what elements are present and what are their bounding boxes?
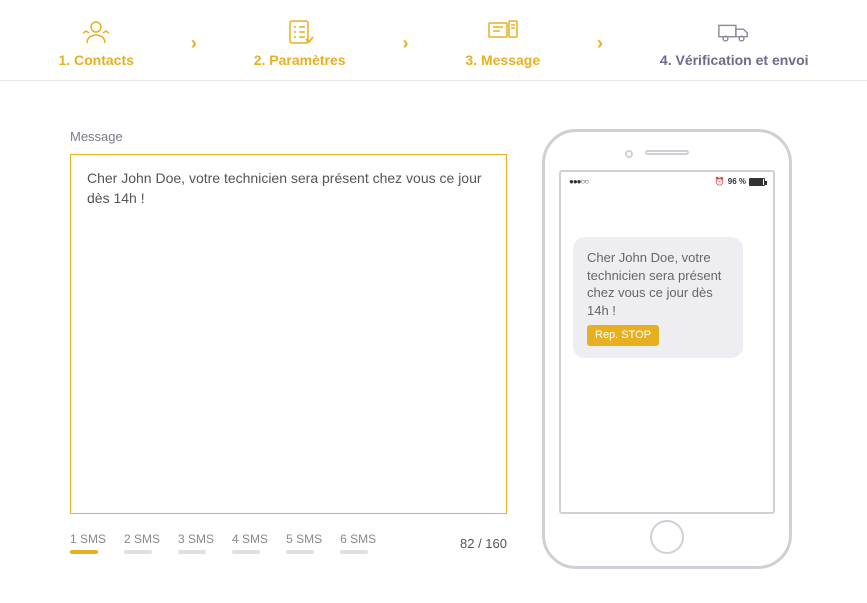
message-bubble: Cher John Doe, votre technicien sera pré… [573, 237, 743, 358]
phone-speaker-icon [645, 150, 689, 155]
sms-segment-2: 2 SMS [124, 532, 160, 554]
character-count: 82 / 160 [460, 536, 507, 551]
signal-icon: ●●●○○ [569, 177, 588, 186]
sms-segment-label: 3 SMS [178, 532, 214, 546]
phone-camera-icon [625, 150, 633, 158]
step-label: 3. Message [465, 52, 540, 68]
step-label: 4. Vérification et envoi [660, 52, 809, 68]
battery-percent: 96 % [728, 177, 746, 186]
sms-bar [124, 550, 152, 554]
message-panel: Message 1 SMS 2 SMS 3 SMS 4 SMS 5 SMS [70, 129, 507, 569]
step-contacts[interactable]: 1. Contacts [58, 18, 133, 68]
message-device-icon [486, 18, 520, 46]
checklist-icon [283, 18, 317, 46]
battery-icon [749, 178, 765, 186]
phone-screen: ●●●○○ ⏰ 96 % Cher John Doe, votre techni… [559, 170, 775, 514]
alarm-icon: ⏰ [715, 177, 725, 186]
sms-bar [286, 550, 314, 554]
phone-preview-panel: ●●●○○ ⏰ 96 % Cher John Doe, votre techni… [537, 129, 797, 569]
sms-segment-label: 6 SMS [340, 532, 376, 546]
preview-text: Cher John Doe, votre technicien sera pré… [587, 250, 721, 318]
stop-tag: Rep. STOP [587, 325, 659, 346]
sms-segment-5: 5 SMS [286, 532, 322, 554]
sms-segment-4: 4 SMS [232, 532, 268, 554]
chevron-right-icon: › [597, 33, 603, 54]
sms-segment-label: 4 SMS [232, 532, 268, 546]
sms-segment-1: 1 SMS [70, 532, 106, 554]
main-content: Message 1 SMS 2 SMS 3 SMS 4 SMS 5 SMS [0, 81, 867, 569]
home-button-icon [650, 520, 684, 554]
sms-bar [232, 550, 260, 554]
sms-bar [70, 550, 98, 554]
sms-segment-label: 2 SMS [124, 532, 160, 546]
sms-segment-3: 3 SMS [178, 532, 214, 554]
contacts-icon [79, 18, 113, 46]
phone-mockup: ●●●○○ ⏰ 96 % Cher John Doe, votre techni… [542, 129, 792, 569]
sms-bar [178, 550, 206, 554]
step-label: 1. Contacts [58, 52, 133, 68]
message-bubble-area: Cher John Doe, votre technicien sera pré… [561, 191, 773, 358]
chevron-right-icon: › [402, 33, 408, 54]
message-input[interactable] [70, 154, 507, 514]
step-parametres[interactable]: 2. Paramètres [254, 18, 346, 68]
step-message[interactable]: 3. Message [465, 18, 540, 68]
truck-icon [717, 18, 751, 46]
step-label: 2. Paramètres [254, 52, 346, 68]
message-label: Message [70, 129, 507, 144]
sms-segment-6: 6 SMS [340, 532, 376, 554]
sms-meter: 1 SMS 2 SMS 3 SMS 4 SMS 5 SMS 6 SMS [70, 532, 507, 554]
sms-segment-label: 5 SMS [286, 532, 322, 546]
step-verification[interactable]: 4. Vérification et envoi [660, 18, 809, 68]
status-right: ⏰ 96 % [715, 177, 765, 186]
sms-bar [340, 550, 368, 554]
stepper: 1. Contacts › 2. Paramètres › 3. Message… [0, 0, 867, 81]
chevron-right-icon: › [191, 33, 197, 54]
phone-status-bar: ●●●○○ ⏰ 96 % [561, 172, 773, 191]
sms-segment-label: 1 SMS [70, 532, 106, 546]
